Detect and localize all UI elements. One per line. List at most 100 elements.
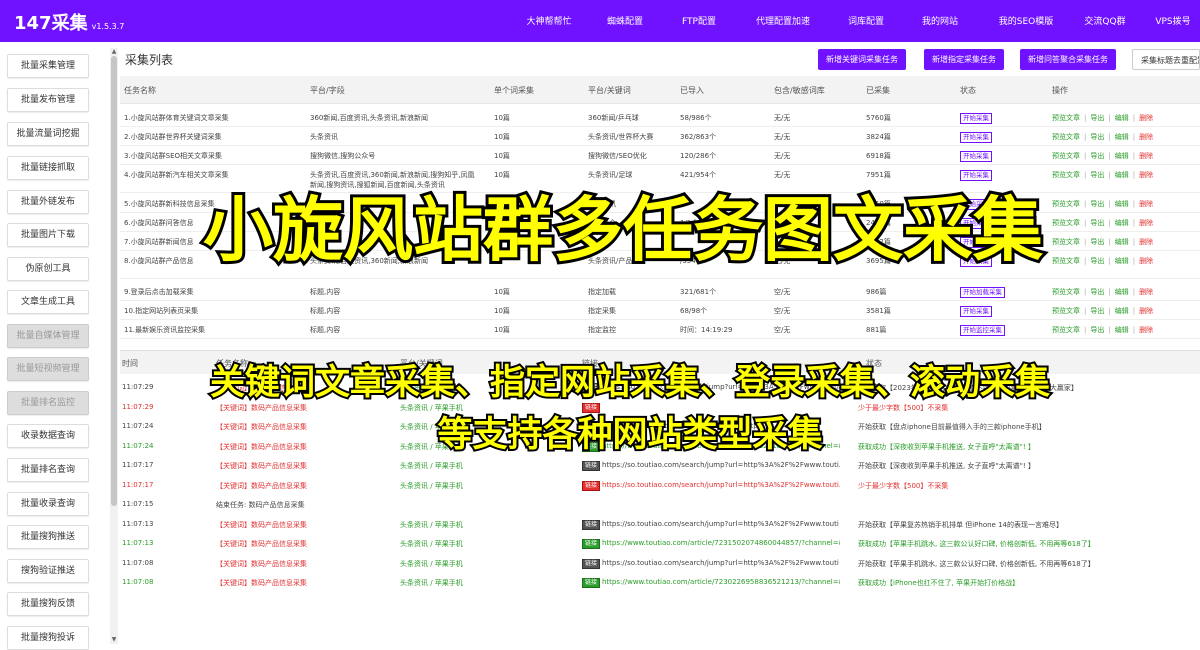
delete-link[interactable]: 删除: [1139, 152, 1153, 160]
sidebar-item-rank-monitor[interactable]: 批量排名监控: [7, 391, 89, 415]
edit-link[interactable]: 编辑: [1115, 114, 1129, 122]
sidebar-item-article-generator[interactable]: 文章生成工具: [7, 290, 89, 314]
app-logo[interactable]: 147采集 v1.5.3.7: [14, 9, 124, 35]
status-button[interactable]: 开始采集: [960, 170, 992, 181]
promo-title: 小旋风站群多任务图文采集: [200, 186, 1046, 274]
link-badge[interactable]: 链接: [582, 519, 601, 530]
nav-ftp-config[interactable]: FTP配置: [670, 10, 728, 34]
log-url[interactable]: https://so.toutiao.com/search/jump?url=h…: [602, 461, 840, 469]
edit-link[interactable]: 编辑: [1115, 152, 1129, 160]
sidebar-item-sogou-complaint[interactable]: 批量搜狗投诉: [7, 626, 89, 650]
add-qa-task-button[interactable]: 新增问答聚合采集任务: [1020, 49, 1116, 70]
preview-article-link[interactable]: 预览文章: [1052, 288, 1080, 296]
sidebar-scroll-thumb[interactable]: [111, 56, 117, 506]
delete-link[interactable]: 删除: [1139, 200, 1153, 208]
scroll-up-icon[interactable]: ▲: [110, 48, 118, 56]
edit-link[interactable]: 编辑: [1115, 288, 1129, 296]
export-link[interactable]: 导出: [1090, 114, 1104, 122]
separator: |: [1132, 238, 1136, 246]
preview-article-link[interactable]: 预览文章: [1052, 152, 1080, 160]
separator: |: [1132, 133, 1136, 141]
preview-article-link[interactable]: 预览文章: [1052, 114, 1080, 122]
delete-link[interactable]: 删除: [1139, 219, 1153, 227]
log-url[interactable]: https://www.toutiao.com/article/72315020…: [602, 539, 840, 547]
sidebar-item-rank-query[interactable]: 批量排名查询: [7, 458, 89, 482]
sidebar-item-index-check[interactable]: 批量收录查询: [7, 492, 89, 516]
link-badge[interactable]: 链接: [582, 480, 601, 491]
nav-help[interactable]: 大神帮帮忙: [508, 10, 590, 34]
status-button[interactable]: 开始采集: [960, 306, 992, 317]
edit-link[interactable]: 编辑: [1115, 326, 1129, 334]
sidebar-item-pseudo-original[interactable]: 伪原创工具: [7, 257, 89, 281]
export-link[interactable]: 导出: [1090, 326, 1104, 334]
sidebar-item-index-query[interactable]: 收录数据查询: [7, 424, 89, 448]
task-cell-name: 9.登录后点击加载采集: [124, 288, 194, 296]
sidebar-item-we-media[interactable]: 批量自媒体管理: [7, 324, 89, 348]
sidebar-item-sogou-push[interactable]: 批量搜狗推送: [7, 525, 89, 549]
delete-link[interactable]: 删除: [1139, 307, 1153, 315]
delete-link[interactable]: 删除: [1139, 171, 1153, 179]
title-dedupe-config-button[interactable]: 采集标题去重配置: [1132, 49, 1200, 70]
task-cell-imported: 时间：14:19:29: [680, 326, 733, 334]
task-cell-incl: 无/无: [774, 171, 791, 179]
status-button[interactable]: 开始采集: [960, 113, 992, 124]
nav-wordbank-config[interactable]: 词库配置: [838, 10, 894, 34]
edit-link[interactable]: 编辑: [1115, 307, 1129, 315]
edit-link[interactable]: 编辑: [1115, 171, 1129, 179]
task-cell-platform: 指定采集: [588, 307, 616, 315]
sidebar: 批量采集管理 批量发布管理 批量流量词挖掘 批量链接抓取 批量外链发布 批量图片…: [0, 42, 118, 650]
log-url[interactable]: https://so.toutiao.com/search/jump?url=h…: [602, 559, 840, 567]
delete-link[interactable]: 删除: [1139, 238, 1153, 246]
status-button[interactable]: 开始采集: [960, 151, 992, 162]
export-link[interactable]: 导出: [1090, 133, 1104, 141]
add-keyword-task-button[interactable]: 新增关键词采集任务: [818, 49, 906, 70]
status-button[interactable]: 开始加载采集: [960, 287, 1005, 298]
sidebar-item-collect-manage[interactable]: 批量采集管理: [7, 54, 89, 78]
promo-subtitle-line2: 等支持各种网站类型采集: [435, 413, 824, 457]
task-row: 2.小旋风站群世界杯关键词采集 头条资讯 10篇 头条资讯/世界杯大赛 362/863个…: [120, 127, 1200, 146]
preview-article-link[interactable]: 预览文章: [1052, 171, 1080, 179]
sidebar-item-publish-manage[interactable]: 批量发布管理: [7, 88, 89, 112]
th-status: 状态: [960, 86, 976, 95]
sidebar-item-sogou-feedback[interactable]: 批量搜狗反馈: [7, 592, 89, 616]
delete-link[interactable]: 删除: [1139, 257, 1153, 265]
export-link[interactable]: 导出: [1090, 307, 1104, 315]
sidebar-item-external-links[interactable]: 批量外链发布: [7, 190, 89, 214]
link-badge[interactable]: 链接: [582, 558, 601, 569]
log-url[interactable]: https://so.toutiao.com/search/jump?url=h…: [602, 520, 840, 528]
nav-proxy-config[interactable]: 代理配置加速: [742, 10, 824, 34]
sidebar-item-short-video[interactable]: 批量短视频管理: [7, 357, 89, 381]
preview-article-link[interactable]: 预览文章: [1052, 307, 1080, 315]
export-link[interactable]: 导出: [1090, 288, 1104, 296]
scroll-down-icon[interactable]: ▼: [110, 636, 118, 644]
delete-link[interactable]: 删除: [1139, 326, 1153, 334]
task-cell-fields: 头条资讯,百度资讯,360新闻,新浪新闻,搜狗知乎,凤凰新闻,搜狗资讯,搜狐新闻…: [310, 171, 475, 189]
sidebar-item-link-crawl[interactable]: 批量链接抓取: [7, 156, 89, 180]
log-url[interactable]: https://www.toutiao.com/article/72302269…: [602, 578, 840, 586]
sidebar-item-image-download[interactable]: 批量图片下载: [7, 223, 89, 247]
status-button[interactable]: 开始监控采集: [960, 325, 1005, 336]
delete-link[interactable]: 删除: [1139, 114, 1153, 122]
nav-spider-config[interactable]: 蜘蛛配置: [594, 10, 656, 34]
link-badge[interactable]: 链接: [582, 578, 601, 588]
sidebar-item-traffic-words[interactable]: 批量流量词挖掘: [7, 122, 89, 146]
link-badge[interactable]: 链接: [582, 461, 601, 471]
preview-article-link[interactable]: 预览文章: [1052, 326, 1080, 334]
nav-seo-templates[interactable]: 我的SEO模版: [984, 10, 1068, 34]
delete-link[interactable]: 删除: [1139, 133, 1153, 141]
log-message: 获取成功【苹果手机跳水, 这三款公认好口碑, 价格创新低, 不用再等618了】: [858, 540, 1095, 548]
export-link[interactable]: 导出: [1090, 152, 1104, 160]
nav-vps-dial[interactable]: VPS拨号: [1146, 10, 1200, 34]
status-button[interactable]: 开始采集: [960, 132, 992, 143]
nav-qq-group[interactable]: 交流QQ群: [1074, 10, 1136, 34]
delete-link[interactable]: 删除: [1139, 288, 1153, 296]
sidebar-item-sogou-verify[interactable]: 搜狗验证推送: [7, 559, 89, 583]
export-link[interactable]: 导出: [1090, 171, 1104, 179]
preview-article-link[interactable]: 预览文章: [1052, 133, 1080, 141]
log-url[interactable]: https://so.toutiao.com/search/jump?url=h…: [602, 481, 840, 489]
edit-link[interactable]: 编辑: [1115, 133, 1129, 141]
separator: |: [1108, 288, 1111, 296]
nav-my-sites[interactable]: 我的网站: [908, 10, 972, 34]
link-badge[interactable]: 链接: [582, 539, 601, 549]
add-specified-task-button[interactable]: 新增指定采集任务: [924, 49, 1004, 70]
